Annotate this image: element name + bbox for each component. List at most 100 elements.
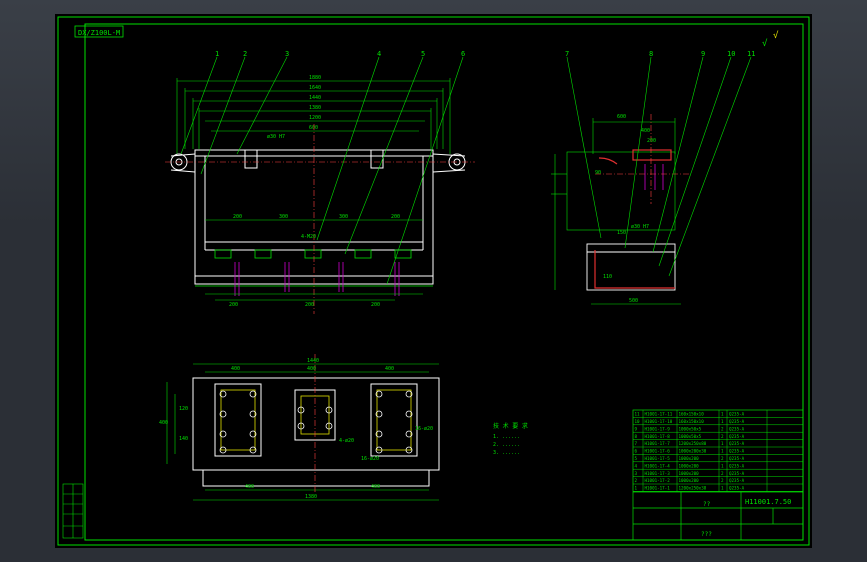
balloon-2: 2 (243, 50, 247, 58)
parts-list-cell: 1000x200x30 (679, 449, 707, 454)
parts-list-cell: 160x150x10 (679, 419, 705, 424)
plan-dim-side-3: 140 (179, 436, 188, 442)
balloon-5: 5 (421, 50, 425, 58)
parts-list-cell: 9 (635, 426, 638, 431)
plan-holes (219, 390, 413, 454)
parts-list-cell: Q235-A (729, 426, 745, 431)
dim-bottom-3: 200 (371, 302, 380, 308)
parts-list-cell: H1001-17-5 (645, 456, 671, 461)
parts-list-cell: 2 (635, 478, 638, 483)
parts-list-cell: 1000x200 (679, 478, 700, 483)
dim-bottom-2: 200 (305, 302, 314, 308)
drawing-sheet[interactable]: DX/Z100L-M √ √ 1880 1640 1440 1380 1200 … (55, 14, 812, 548)
callout-thread: 4-M20 (301, 234, 316, 240)
parts-list: 11 H1001-17-11 160x150x10 1 Q235-A10 H1001-17… (632, 409, 804, 492)
parts-list-cell: 1000x50x5 (679, 426, 702, 431)
drawing-stamp: DX/Z100L-M (78, 29, 120, 37)
parts-list-cell: Q235-A (729, 486, 745, 491)
balloon-8: 8 (649, 50, 653, 58)
tech-note-3: 3. ...... (493, 450, 520, 456)
parts-list-cell: Q235-A (729, 478, 745, 483)
parts-list-cell: H1001-17-10 (645, 419, 673, 424)
plan-dim-top-1: 1440 (307, 358, 319, 364)
parts-list-cell: H1001-17-8 (645, 434, 671, 439)
parts-list-cell: Q235-A (729, 471, 745, 476)
dim-inner-1: 200 (233, 214, 242, 220)
plan-dim-top-4: 400 (385, 366, 394, 372)
plan-dim-top-3: 400 (307, 366, 316, 372)
roughness-mark-2: √ (773, 30, 779, 41)
parts-list-cell: 2 (721, 426, 724, 431)
dim-inner-2: 300 (279, 214, 288, 220)
balloon-6: 6 (461, 50, 465, 58)
parts-list-cell: 1000x200 (679, 463, 700, 468)
plan-dim-bottom-3: 1380 (305, 494, 317, 500)
parts-list-cell: H1001-17-11 (645, 412, 673, 417)
plan-dim-bottom-1: 400 (245, 484, 254, 490)
parts-list-cell: Q235-A (729, 449, 745, 454)
parts-list-cell: 6 (635, 449, 638, 454)
plan-dim-side-2: 120 (179, 406, 188, 412)
drawing-number: H11001.7.50 (745, 498, 791, 506)
parts-list-cell: 1 (721, 486, 724, 491)
balloon-7: 7 (565, 50, 569, 58)
parts-list-cell: 160x150x10 (679, 412, 705, 417)
dim-bottom-1: 200 (229, 302, 238, 308)
parts-list-cell: Q235-A (729, 419, 745, 424)
side-callout: ø30 H7 (631, 224, 649, 230)
cad-viewport[interactable]: DX/Z100L-M √ √ 1880 1640 1440 1380 1200 … (0, 0, 867, 562)
parts-list-cell: Q235-A (729, 441, 745, 446)
plan-callout-1: 4-ø20 (339, 438, 354, 444)
parts-list-cell: 1 (721, 419, 724, 424)
dim-top-3: 1440 (309, 95, 321, 101)
side-dim-1: 600 (617, 114, 626, 120)
parts-list-cell: Q235-A (729, 434, 745, 439)
tech-note-2: 2. ...... (493, 442, 520, 448)
plan-dim-top-2: 400 (231, 366, 240, 372)
parts-list-cell: H1001-17-2 (645, 478, 671, 483)
drawing-canvas: DX/Z100L-M √ √ 1880 1640 1440 1380 1200 … (57, 16, 810, 546)
side-view: 600 400 200 90 150 110 500 ø30 H7 7 8 9 (551, 50, 755, 305)
plan-dim-side-1: 400 (159, 420, 168, 426)
dim-top-6: 600 (309, 125, 318, 131)
parts-list-cell: 5 (635, 456, 638, 461)
parts-list-cell: 1 (721, 463, 724, 468)
parts-list-cell: 1 (635, 486, 638, 491)
parts-list-cell: 2 (721, 471, 724, 476)
roughness-mark: √ (762, 38, 768, 49)
approval-mark: ??? (701, 531, 712, 538)
dim-top-2: 1640 (309, 85, 321, 91)
parts-list-cell: H1001-17-7 (645, 441, 671, 446)
side-dim-2: 400 (641, 128, 650, 134)
dim-top-1: 1880 (309, 75, 321, 81)
parts-list-cell: 2 (721, 456, 724, 461)
side-dim-6: 110 (603, 274, 612, 280)
parts-list-cell: 11 (635, 412, 641, 417)
parts-list-cell: 1000x50x5 (679, 434, 702, 439)
parts-list-cell: 2 (721, 478, 724, 483)
parts-list-cell: H1001-17-6 (645, 449, 671, 454)
parts-list-cell: Q235-A (729, 412, 745, 417)
parts-list-cell: 1000x200 (679, 456, 700, 461)
title-mark: ?? (703, 501, 711, 508)
dim-inner-3: 300 (339, 214, 348, 220)
front-view: 1880 1640 1440 1380 1200 600 200 300 300… (165, 50, 475, 314)
dim-top-4: 1380 (309, 105, 321, 111)
parts-list-cell: 10 (635, 419, 641, 424)
parts-list-cell: 1 (721, 412, 724, 417)
parts-list-cell: 1000x200 (679, 471, 700, 476)
parts-list-cell: 1 (721, 441, 724, 446)
tech-notes-header: 技 术 要 求 (493, 422, 528, 430)
parts-list-cell: 1 (721, 449, 724, 454)
parts-list-cell: Q235-A (729, 456, 745, 461)
side-dim-7: 500 (629, 298, 638, 304)
balloon-9: 9 (701, 50, 705, 58)
callout-hole: ø30 H7 (267, 134, 285, 140)
left-margin-cells (62, 483, 84, 539)
parts-list-cell: 8 (635, 434, 638, 439)
plan-view: 1440 400 400 400 400 400 1380 400 120 14… (159, 354, 440, 501)
parts-list-cell: H1001-17-3 (645, 471, 671, 476)
tech-note-1: 1. ...... (493, 434, 520, 440)
balloon-10: 10 (727, 50, 735, 58)
parts-list-cell: 1200x250x80 (679, 441, 707, 446)
